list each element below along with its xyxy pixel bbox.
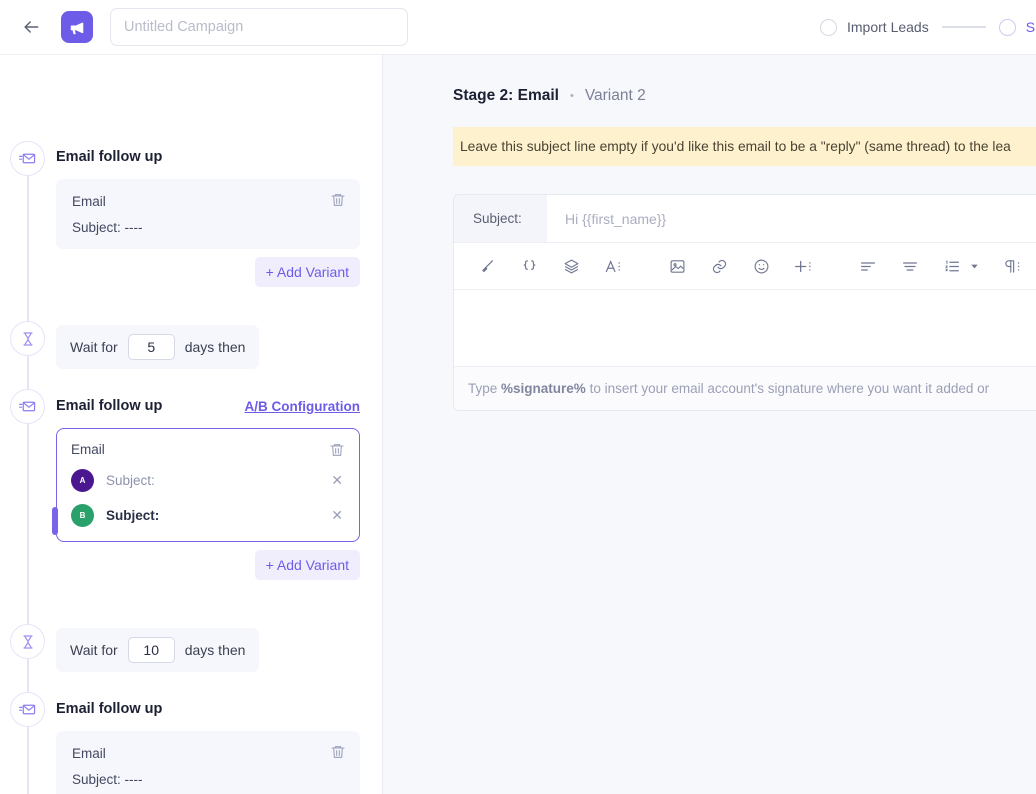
step-connector <box>941 26 986 28</box>
align-center-icon[interactable] <box>896 253 923 280</box>
wizard-step-label: Import Leads <box>847 19 929 35</box>
email-composer: Subject: Hi {{first_name}} Type %signatu… <box>453 194 1036 411</box>
link-icon[interactable] <box>706 253 733 280</box>
top-bar: Import Leads S <box>0 0 1036 55</box>
wait-days-input[interactable] <box>127 334 175 360</box>
subject-row: Subject: <box>454 195 1036 243</box>
layers-icon[interactable] <box>558 253 585 280</box>
email-editor-pane: Stage 2: Email • Variant 2 Leave this su… <box>383 55 1036 794</box>
stage-separator: • <box>569 90 574 102</box>
stage-header: Stage 2: Email • Variant 2 <box>453 87 1036 105</box>
sequence-block-email-2: Email follow up A/B Configuration Email <box>52 398 360 580</box>
selected-variant-marker <box>52 507 58 535</box>
add-variant-button[interactable]: + Add Variant <box>254 257 360 287</box>
wizard-step-sequences[interactable]: S <box>998 18 1036 36</box>
email-card-selected[interactable]: Email A Subject: ✕ B Subject: ✕ <box>52 428 360 542</box>
ordered-list-icon[interactable] <box>938 253 965 280</box>
sequence-block-email-3: Email follow up Email Subject: ---- + Ad… <box>56 701 360 794</box>
envelope-send-icon <box>10 389 45 424</box>
email-card-label: Email <box>72 194 106 209</box>
variant-row-a[interactable]: A Subject: ✕ <box>71 469 345 492</box>
sequence-panel: Email follow up Email Subject: ---- + Ad… <box>0 55 383 794</box>
block-title-row: Email follow up <box>56 149 360 165</box>
step-dot-icon <box>820 18 837 36</box>
add-variant-button[interactable]: + Add Variant <box>254 550 360 580</box>
trash-icon[interactable] <box>329 442 345 458</box>
close-icon[interactable]: ✕ <box>331 472 345 489</box>
variant-row-b[interactable]: B Subject: ✕ <box>71 504 345 527</box>
text-style-icon[interactable] <box>600 253 627 280</box>
wizard-steps: Import Leads S <box>820 0 1035 54</box>
wait-suffix-label: days then <box>184 339 246 355</box>
wait-prefix-label: Wait for <box>70 642 118 658</box>
stage-variant-label: Variant 2 <box>584 87 646 104</box>
curly-braces-icon[interactable] <box>516 253 543 280</box>
envelope-send-icon <box>10 141 45 176</box>
email-card[interactable]: Email Subject: ---- <box>56 179 360 249</box>
email-card-label: Email <box>71 442 105 457</box>
email-card-subject: Subject: ---- <box>72 220 143 235</box>
image-icon[interactable] <box>664 253 691 280</box>
hint-token: %signature% <box>501 381 586 396</box>
wait-row: Wait for days then <box>56 628 260 672</box>
wait-suffix-label: days then <box>184 642 246 658</box>
ab-configuration-link[interactable]: A/B Configuration <box>245 399 360 414</box>
stage-title: Stage 2: Email <box>453 87 559 104</box>
email-card-subject: Subject: ---- <box>72 772 143 787</box>
emoji-icon[interactable] <box>748 253 775 280</box>
variant-subject-a: Subject: <box>106 473 155 488</box>
editor-toolbar <box>454 243 1036 290</box>
block-title-row: Email follow up <box>56 701 360 717</box>
paragraph-icon[interactable] <box>998 253 1025 280</box>
hint-suffix: to insert your email account's signature… <box>585 381 990 396</box>
block-title-row: Email follow up A/B Configuration <box>56 398 360 414</box>
chevron-down-icon[interactable] <box>965 261 983 272</box>
sequence-block-email-1: Email follow up Email Subject: ---- + Ad… <box>56 149 360 287</box>
align-left-icon[interactable] <box>854 253 881 280</box>
email-body-editor[interactable] <box>454 290 1036 366</box>
trash-icon[interactable] <box>330 192 346 208</box>
block-title: Email follow up <box>56 149 163 165</box>
sequence-block-wait-1: Wait for days then <box>56 325 360 369</box>
brush-icon[interactable] <box>474 253 501 280</box>
wait-row: Wait for days then <box>56 325 260 369</box>
variant-badge-b: B <box>71 504 94 527</box>
hourglass-icon <box>10 624 45 659</box>
envelope-send-icon <box>10 692 45 727</box>
sequence-block-wait-2: Wait for days then <box>56 628 360 672</box>
block-title: Email follow up <box>56 398 163 414</box>
hourglass-icon <box>10 321 45 356</box>
hint-prefix: Type <box>468 381 502 396</box>
close-icon[interactable]: ✕ <box>331 507 345 524</box>
wait-days-input[interactable] <box>127 637 175 663</box>
subject-input[interactable] <box>547 195 1036 242</box>
subject-label: Subject: <box>454 195 547 242</box>
main-body: Email follow up Email Subject: ---- + Ad… <box>0 55 1036 794</box>
trash-icon[interactable] <box>330 744 346 760</box>
campaign-name-input[interactable] <box>110 8 408 46</box>
wizard-step-label: S <box>1025 19 1036 35</box>
insert-plus-icon[interactable] <box>790 253 817 280</box>
email-card[interactable]: Email Subject: ---- <box>56 731 360 794</box>
subject-reply-notice: Leave this subject line empty if you'd l… <box>453 127 1036 166</box>
arrow-left-icon[interactable] <box>18 14 44 40</box>
step-dot-icon <box>998 18 1016 36</box>
variant-badge-a: A <box>71 469 94 492</box>
variant-subject-b: Subject: <box>106 508 160 523</box>
block-title: Email follow up <box>56 701 163 717</box>
email-card-label: Email <box>72 746 106 761</box>
megaphone-icon[interactable] <box>61 11 93 43</box>
wizard-step-import-leads[interactable]: Import Leads <box>820 18 929 36</box>
wait-prefix-label: Wait for <box>70 339 118 355</box>
signature-hint: Type %signature% to insert your email ac… <box>454 366 1036 410</box>
